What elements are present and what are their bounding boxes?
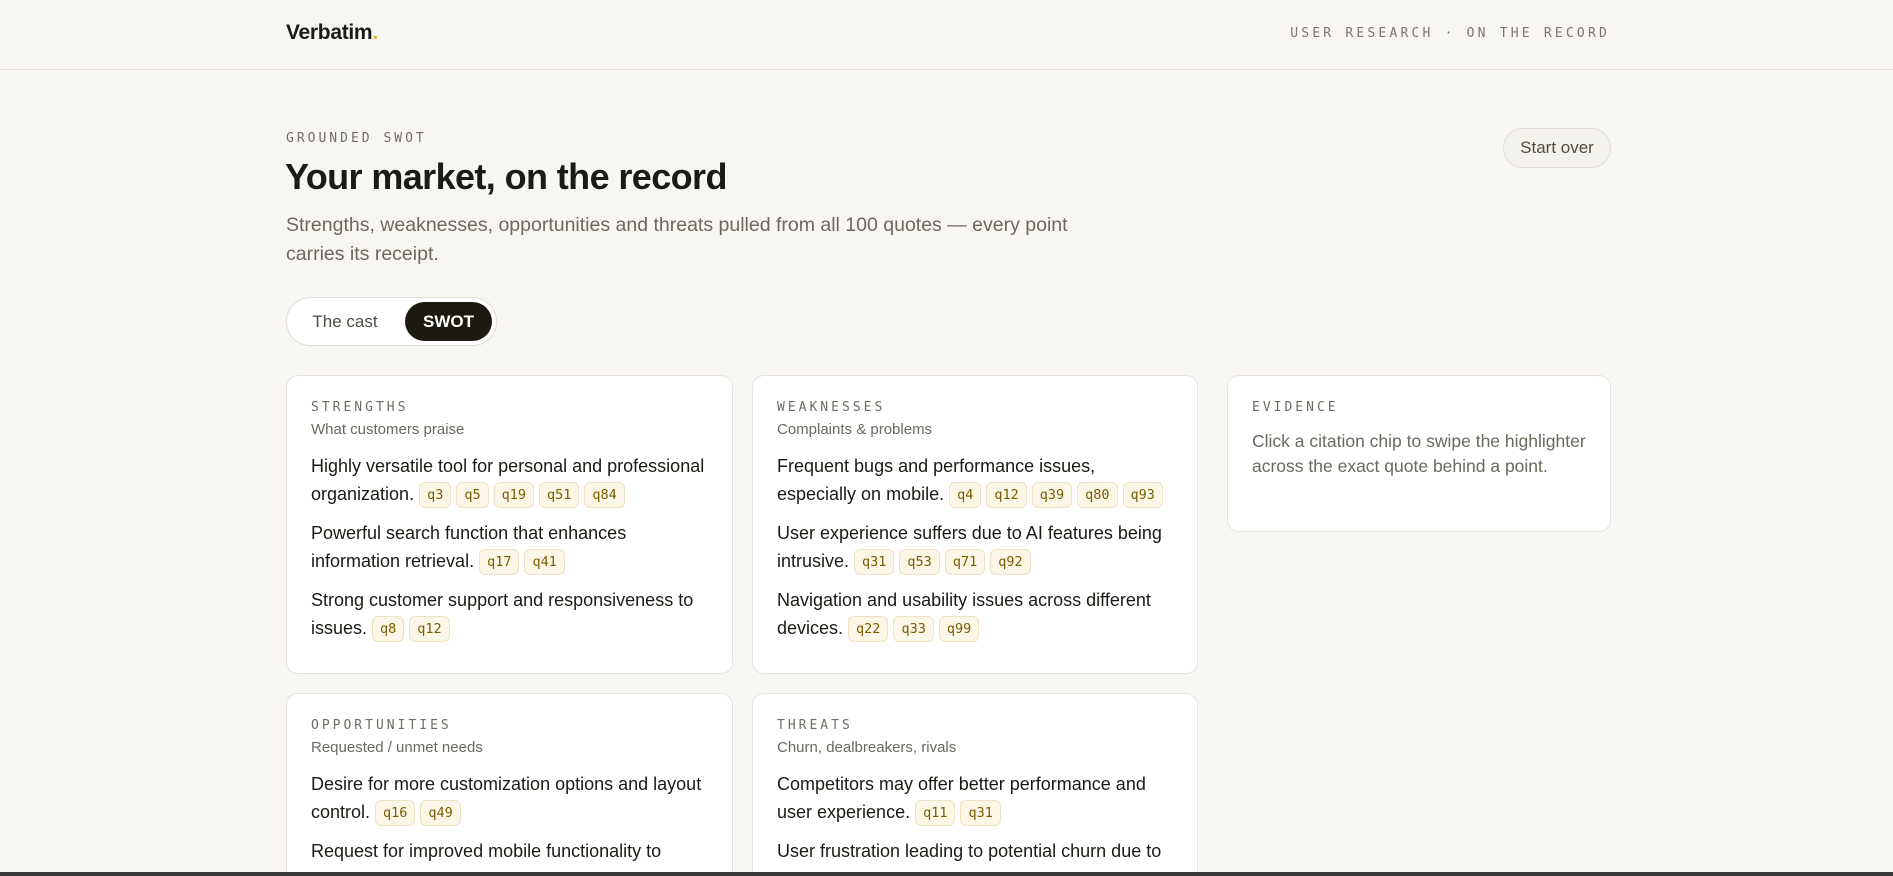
citation-chip[interactable]: q4 <box>949 482 982 508</box>
point-text: Request for improved mobile functionalit… <box>311 841 662 861</box>
citation-chip[interactable]: q22 <box>848 616 889 642</box>
swot-point: Powerful search function that enhances i… <box>311 519 708 575</box>
brand-dot: . <box>372 21 378 44</box>
citation-chip[interactable]: q31 <box>854 549 895 575</box>
opportunities-card: OPPORTUNITIES Requested / unmet needs De… <box>286 693 733 876</box>
threats-card: THREATS Churn, dealbreakers, rivals Comp… <box>752 693 1198 876</box>
brand-logo[interactable]: Verbatim. <box>286 21 378 45</box>
citation-chip[interactable]: q84 <box>584 482 625 508</box>
card-subtitle: Requested / unmet needs <box>311 739 483 756</box>
evidence-card: EVIDENCE Click a citation chip to swipe … <box>1227 375 1611 532</box>
citation-chip[interactable]: q39 <box>1031 482 1073 508</box>
point-text: User frustration leading to potential ch… <box>777 841 1162 861</box>
swot-point: Desire for more customization options an… <box>311 770 708 826</box>
citation-chip[interactable]: q12 <box>409 616 450 642</box>
card-label: THREATS <box>777 718 853 733</box>
citation-chip[interactable]: q53 <box>899 549 940 575</box>
swot-point: Strong customer support and responsivene… <box>311 586 708 642</box>
strengths-card: STRENGTHS What customers praise Highly v… <box>286 375 733 674</box>
header-tagline: USER RESEARCH · ON THE RECORD <box>1290 26 1610 41</box>
page-eyebrow: GROUNDED SWOT <box>286 131 427 146</box>
citation-chip[interactable]: q80 <box>1077 482 1118 508</box>
citation-chip[interactable]: q92 <box>990 549 1031 575</box>
weaknesses-card: WEAKNESSES Complaints & problems Frequen… <box>752 375 1198 674</box>
citation-chip[interactable]: q16 <box>375 800 416 826</box>
swot-point: Request for improved mobile functionalit… <box>311 837 708 865</box>
citation-chip[interactable]: q8 <box>372 616 405 642</box>
page-subtitle: Strengths, weaknesses, opportunities and… <box>286 214 1068 265</box>
swot-point: Highly versatile tool for personal and p… <box>311 452 708 508</box>
points-list: Competitors may offer better performance… <box>777 770 1173 865</box>
tab-the-cast[interactable]: The cast <box>299 302 391 341</box>
citation-chip[interactable]: q93 <box>1122 482 1163 508</box>
citation-chip[interactable]: q17 <box>479 549 520 575</box>
bottom-edge <box>0 872 1893 876</box>
point-text: Powerful search function that enhances i… <box>311 523 627 571</box>
card-label: STRENGTHS <box>311 400 409 415</box>
swot-point: Navigation and usability issues across d… <box>777 586 1173 642</box>
citation-chip[interactable]: q31 <box>960 800 1001 826</box>
view-toggle: The cast SWOT <box>286 297 497 346</box>
swot-point: Competitors may offer better performance… <box>777 770 1173 826</box>
point-text: Strong customer support and responsivene… <box>311 590 694 638</box>
card-subtitle: What customers praise <box>311 421 465 438</box>
start-over-button[interactable]: Start over <box>1503 128 1611 168</box>
swot-point: User experience suffers due to AI featur… <box>777 519 1173 575</box>
citation-chip[interactable]: q19 <box>493 482 534 508</box>
citation-chip[interactable]: q51 <box>539 482 580 508</box>
citation-chip[interactable]: q41 <box>524 549 565 575</box>
page-title: Your market, on the record <box>285 156 727 197</box>
citation-chip[interactable]: q49 <box>420 800 461 826</box>
citation-chip[interactable]: q11 <box>915 800 956 826</box>
citation-chip[interactable]: q71 <box>944 549 986 575</box>
card-subtitle: Complaints & problems <box>777 421 933 438</box>
points-list: Frequent bugs and performance issues, es… <box>777 452 1173 642</box>
citation-chip[interactable]: q99 <box>938 616 980 642</box>
citation-chip[interactable]: q33 <box>893 616 934 642</box>
evidence-hint: Click a citation chip to swipe the highl… <box>1252 431 1586 476</box>
point-text: Desire for more customization options an… <box>311 774 702 822</box>
top-bar: Verbatim. USER RESEARCH · ON THE RECORD <box>0 0 1893 70</box>
citation-chip[interactable]: q12 <box>986 482 1027 508</box>
tab-swot[interactable]: SWOT <box>405 302 492 341</box>
card-label: EVIDENCE <box>1252 400 1339 415</box>
citation-chip[interactable]: q3 <box>419 482 452 508</box>
card-label: WEAKNESSES <box>777 400 886 415</box>
swot-point: Frequent bugs and performance issues, es… <box>777 452 1173 508</box>
points-list: Highly versatile tool for personal and p… <box>311 452 708 642</box>
citation-chip[interactable]: q5 <box>456 482 489 508</box>
card-label: OPPORTUNITIES <box>311 718 452 733</box>
swot-point: User frustration leading to potential ch… <box>777 837 1173 865</box>
card-subtitle: Churn, dealbreakers, rivals <box>777 739 957 756</box>
points-list: Desire for more customization options an… <box>311 770 708 865</box>
